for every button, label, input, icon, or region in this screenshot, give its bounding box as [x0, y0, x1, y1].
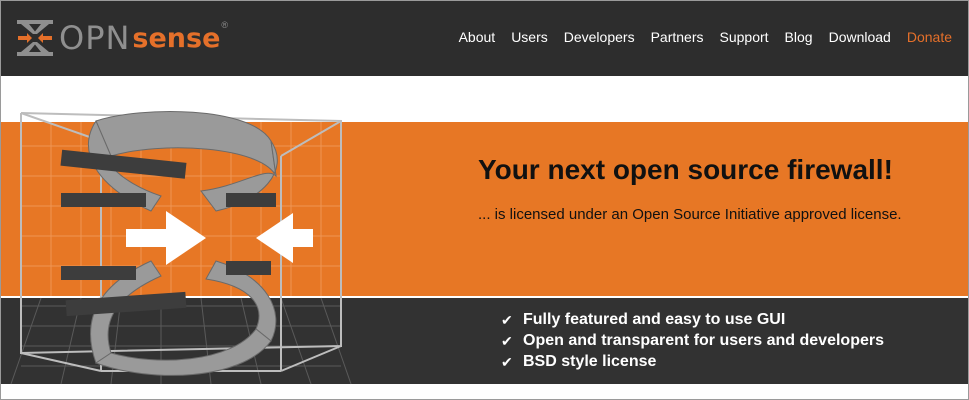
- nav-about[interactable]: About: [459, 28, 496, 46]
- brand-sense-text: sense: [132, 22, 221, 54]
- page-frame: OPN sense ® About Users Developers Partn…: [0, 0, 969, 400]
- nav-users[interactable]: Users: [511, 28, 548, 46]
- nav-donate[interactable]: Donate: [907, 28, 952, 46]
- check-icon: ✔: [501, 353, 513, 370]
- feature-text: Fully featured and easy to use GUI: [523, 311, 786, 328]
- feature-text: Open and transparent for users and devel…: [523, 332, 884, 349]
- registered-mark: ®: [221, 20, 229, 30]
- nav-developers[interactable]: Developers: [564, 28, 635, 46]
- hero-subline: ... is licensed under an Open Source Ini…: [478, 206, 902, 223]
- nav-download[interactable]: Download: [829, 28, 891, 46]
- top-navigation-bar: OPN sense ® About Users Developers Partn…: [1, 1, 968, 76]
- feature-item: ✔ Fully featured and easy to use GUI: [501, 310, 884, 330]
- check-icon: ✔: [501, 311, 513, 328]
- feature-item: ✔ Open and transparent for users and dev…: [501, 331, 884, 351]
- nav-partners[interactable]: Partners: [651, 28, 704, 46]
- hero-headline: Your next open source firewall!: [478, 154, 893, 185]
- feature-list: ✔ Fully featured and easy to use GUI ✔ O…: [501, 310, 884, 373]
- opnsense-arrows-logo-icon: [17, 20, 53, 56]
- feature-item: ✔ BSD style license: [501, 352, 884, 372]
- firewall-hero-graphic: [10, 110, 352, 385]
- check-icon: ✔: [501, 332, 513, 349]
- nav-blog[interactable]: Blog: [785, 28, 813, 46]
- feature-text: BSD style license: [523, 353, 657, 370]
- site-logo[interactable]: OPN sense ®: [15, 18, 228, 58]
- main-nav: About Users Developers Partners Support …: [459, 28, 952, 46]
- nav-support[interactable]: Support: [720, 28, 769, 46]
- brand-open-text: OPN: [59, 19, 131, 57]
